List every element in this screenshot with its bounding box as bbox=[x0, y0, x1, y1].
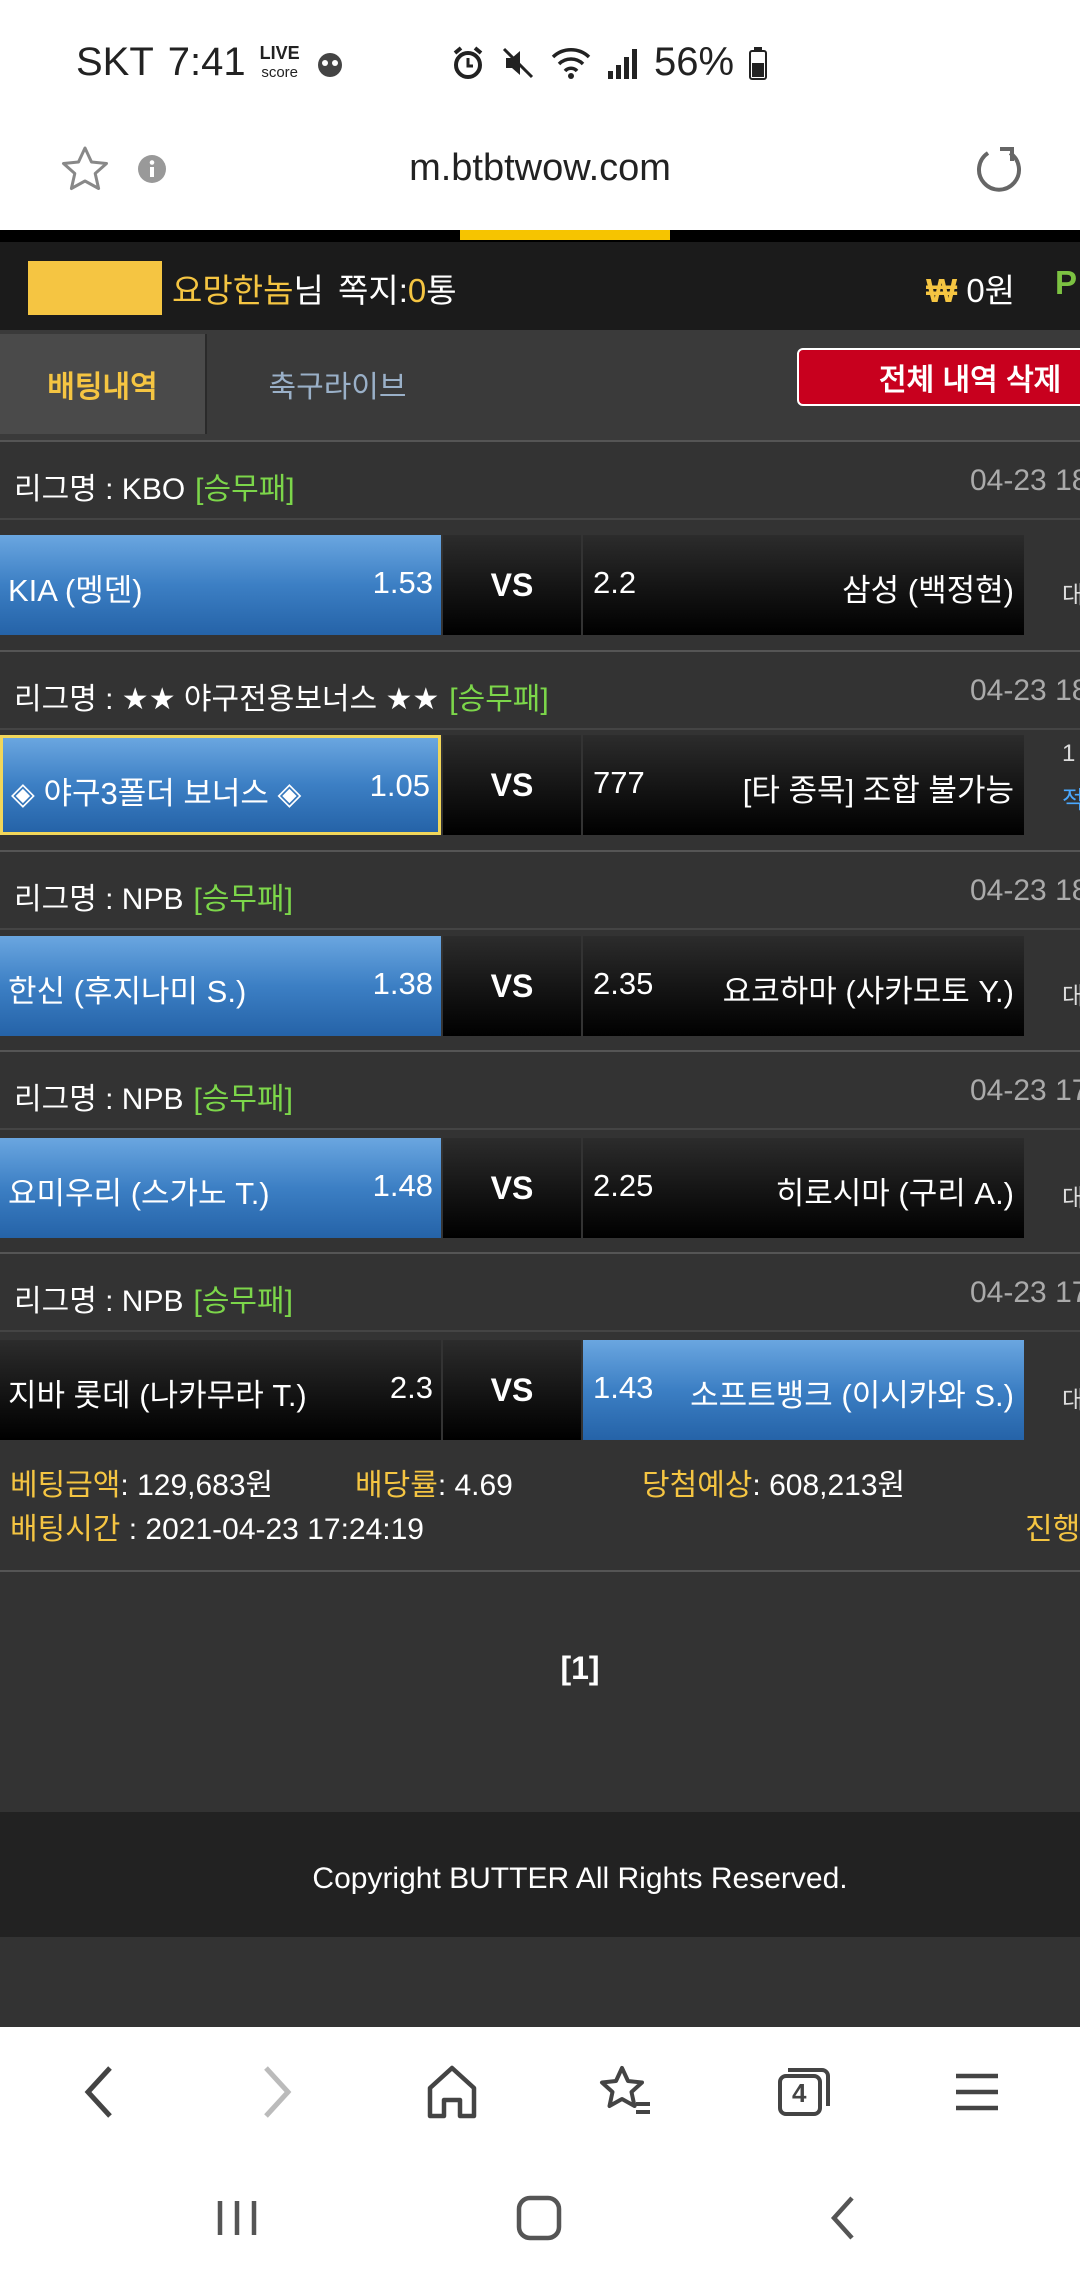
bet-time: 배팅시간 : 2021-04-23 17:24:19 bbox=[10, 1513, 424, 1546]
tab-count: 4 bbox=[792, 2078, 807, 2108]
tab-betting-history[interactable]: 배팅내역 bbox=[0, 334, 207, 434]
carrier: SKT bbox=[76, 40, 154, 84]
match-row: 지바 롯데 (나카무라 T.) 2.3 VS 1.43 소프트뱅크 (이시카와 … bbox=[0, 1340, 1080, 1440]
away-team: 2.35 요코하마 (사카모토 Y.) bbox=[583, 936, 1024, 1036]
bet-status: 진행 bbox=[1025, 1513, 1080, 1546]
delete-all-button[interactable]: 전체 내역 삭제 bbox=[797, 348, 1080, 406]
points-label: P bbox=[1055, 264, 1078, 301]
home-team-selected: 한신 (후지나미 S.) 1.38 bbox=[0, 936, 441, 1036]
match-date: 04-23 18 bbox=[970, 464, 1080, 497]
away-team: 2.2 삼성 (백정현) bbox=[583, 535, 1024, 635]
league-header: 리그명 : ★★ 야구전용보너스 ★★ [승무패] 04-23 18 bbox=[0, 650, 1080, 730]
site-logo-strip bbox=[0, 230, 1080, 242]
match-row: KIA (멩덴) 1.53 VS 2.2 삼성 (백정현) 대 bbox=[0, 535, 1080, 635]
system-navigation-bar bbox=[0, 2157, 1080, 2280]
home-team-selected: KIA (멩덴) 1.53 bbox=[0, 535, 441, 635]
battery-icon bbox=[749, 46, 768, 80]
balance: ₩ 0원 bbox=[926, 272, 1016, 309]
user-info-bar: 요망한놈님 쪽지:0통 ₩ 0원 P bbox=[0, 242, 1080, 330]
league-header: 리그명 : KBO [승무패] 04-23 18 bbox=[0, 440, 1080, 520]
home-button-icon[interactable] bbox=[516, 2195, 562, 2241]
match-date: 04-23 18 bbox=[970, 874, 1080, 907]
copyright-text: Copyright BUTTER All Rights Reserved. bbox=[312, 1862, 848, 1895]
odds-total: 배당률: 4.69 bbox=[355, 1469, 513, 1502]
match-row: ◈ 야구3폴더 보너스 ◈ 1.05 VS 777 [타 종목] 조합 불가능 … bbox=[0, 735, 1080, 835]
signal-icon bbox=[608, 48, 637, 79]
site-logo bbox=[460, 230, 670, 240]
match-date: 04-23 17 bbox=[970, 1276, 1080, 1309]
match-date: 04-23 18 bbox=[970, 674, 1080, 707]
away-team: 777 [타 종목] 조합 불가능 bbox=[583, 735, 1024, 835]
bet-result: 대 bbox=[1062, 983, 1080, 1010]
user-nickname[interactable]: 요망한놈님 bbox=[172, 264, 324, 312]
home-team-selected: 요미우리 (스가노 T.) 1.48 bbox=[0, 1138, 441, 1238]
bet-result: 적 bbox=[1062, 787, 1080, 814]
browser-toolbar: 4 bbox=[0, 2027, 1080, 2157]
bet-amount: 베팅금액: 129,683원 bbox=[10, 1469, 274, 1502]
home-icon[interactable] bbox=[424, 2062, 480, 2122]
home-team: 지바 롯데 (나카무라 T.) 2.3 bbox=[0, 1340, 441, 1440]
status-bar: SKT 7:41 LIVE score 56% bbox=[0, 0, 1080, 125]
level-badge bbox=[28, 261, 162, 315]
vs-label: VS bbox=[443, 936, 581, 1036]
match-date: 04-23 17 bbox=[970, 1074, 1080, 1107]
match-row: 요미우리 (스가노 T.) 1.48 VS 2.25 히로시마 (구리 A.) … bbox=[0, 1138, 1080, 1238]
league-header: 리그명 : NPB [승무패] 04-23 17 bbox=[0, 1050, 1080, 1130]
back-icon[interactable] bbox=[78, 2062, 122, 2122]
league-header: 리그명 : NPB [승무패] 04-23 18 bbox=[0, 850, 1080, 930]
message-count-link[interactable]: 쪽지:0통 bbox=[338, 264, 457, 312]
match-row: 한신 (후지나미 S.) 1.38 VS 2.35 요코하마 (사카모토 Y.)… bbox=[0, 936, 1080, 1036]
alarm-icon bbox=[453, 45, 483, 79]
reload-icon[interactable] bbox=[970, 141, 1026, 197]
clock: 7:41 bbox=[167, 40, 246, 84]
vs-label: VS bbox=[443, 735, 581, 835]
league-header: 리그명 : NPB [승무패] 04-23 17 bbox=[0, 1252, 1080, 1332]
system-back-icon[interactable] bbox=[826, 2193, 860, 2243]
vs-label: VS bbox=[443, 1340, 581, 1440]
livescore-icon: LIVE score bbox=[259, 42, 300, 81]
vs-label: VS bbox=[443, 535, 581, 635]
url-text[interactable]: m.btbtwow.com bbox=[0, 147, 1080, 190]
bet-result: 대 bbox=[1062, 582, 1080, 609]
won-icon: ₩ bbox=[926, 272, 958, 309]
battery-percent: 56% bbox=[654, 40, 735, 84]
vs-label: VS bbox=[443, 1138, 581, 1238]
site-footer: Copyright BUTTER All Rights Reserved. bbox=[0, 1812, 1080, 1937]
bet-result-top: 1 bbox=[1062, 740, 1076, 767]
bet-result: 대 bbox=[1062, 1387, 1080, 1414]
browser-address-bar: m.btbtwow.com bbox=[0, 125, 1080, 230]
app-notification-icon bbox=[317, 52, 342, 77]
mute-icon bbox=[502, 47, 534, 78]
forward-icon[interactable] bbox=[254, 2062, 298, 2122]
tab-soccer-live[interactable]: 축구라이브 bbox=[210, 334, 465, 434]
home-team-selected: ◈ 야구3폴더 보너스 ◈ 1.05 bbox=[0, 735, 441, 835]
bet-result: 대 bbox=[1062, 1185, 1080, 1212]
wifi-icon bbox=[551, 47, 591, 79]
recent-apps-icon[interactable] bbox=[212, 2197, 262, 2239]
menu-icon[interactable] bbox=[952, 2062, 1002, 2122]
expected-win: 당첨예상: 608,213원 bbox=[642, 1469, 906, 1502]
away-team: 2.25 히로시마 (구리 A.) bbox=[583, 1138, 1024, 1238]
bookmarks-icon[interactable] bbox=[596, 2062, 656, 2122]
page-bottom-spacer bbox=[0, 1937, 1080, 2027]
history-tabs: 배팅내역 축구라이브 전체 내역 삭제 bbox=[0, 330, 1080, 442]
pagination-page-1[interactable]: [1] bbox=[0, 1650, 1080, 1687]
away-team-selected: 1.43 소프트뱅크 (이시카와 S.) bbox=[583, 1340, 1024, 1440]
tabs-button[interactable]: 4 bbox=[774, 2062, 834, 2127]
bet-summary: 베팅금액: 129,683원 배당률: 4.69 당첨예상: 608,213원 … bbox=[0, 1440, 1080, 1572]
